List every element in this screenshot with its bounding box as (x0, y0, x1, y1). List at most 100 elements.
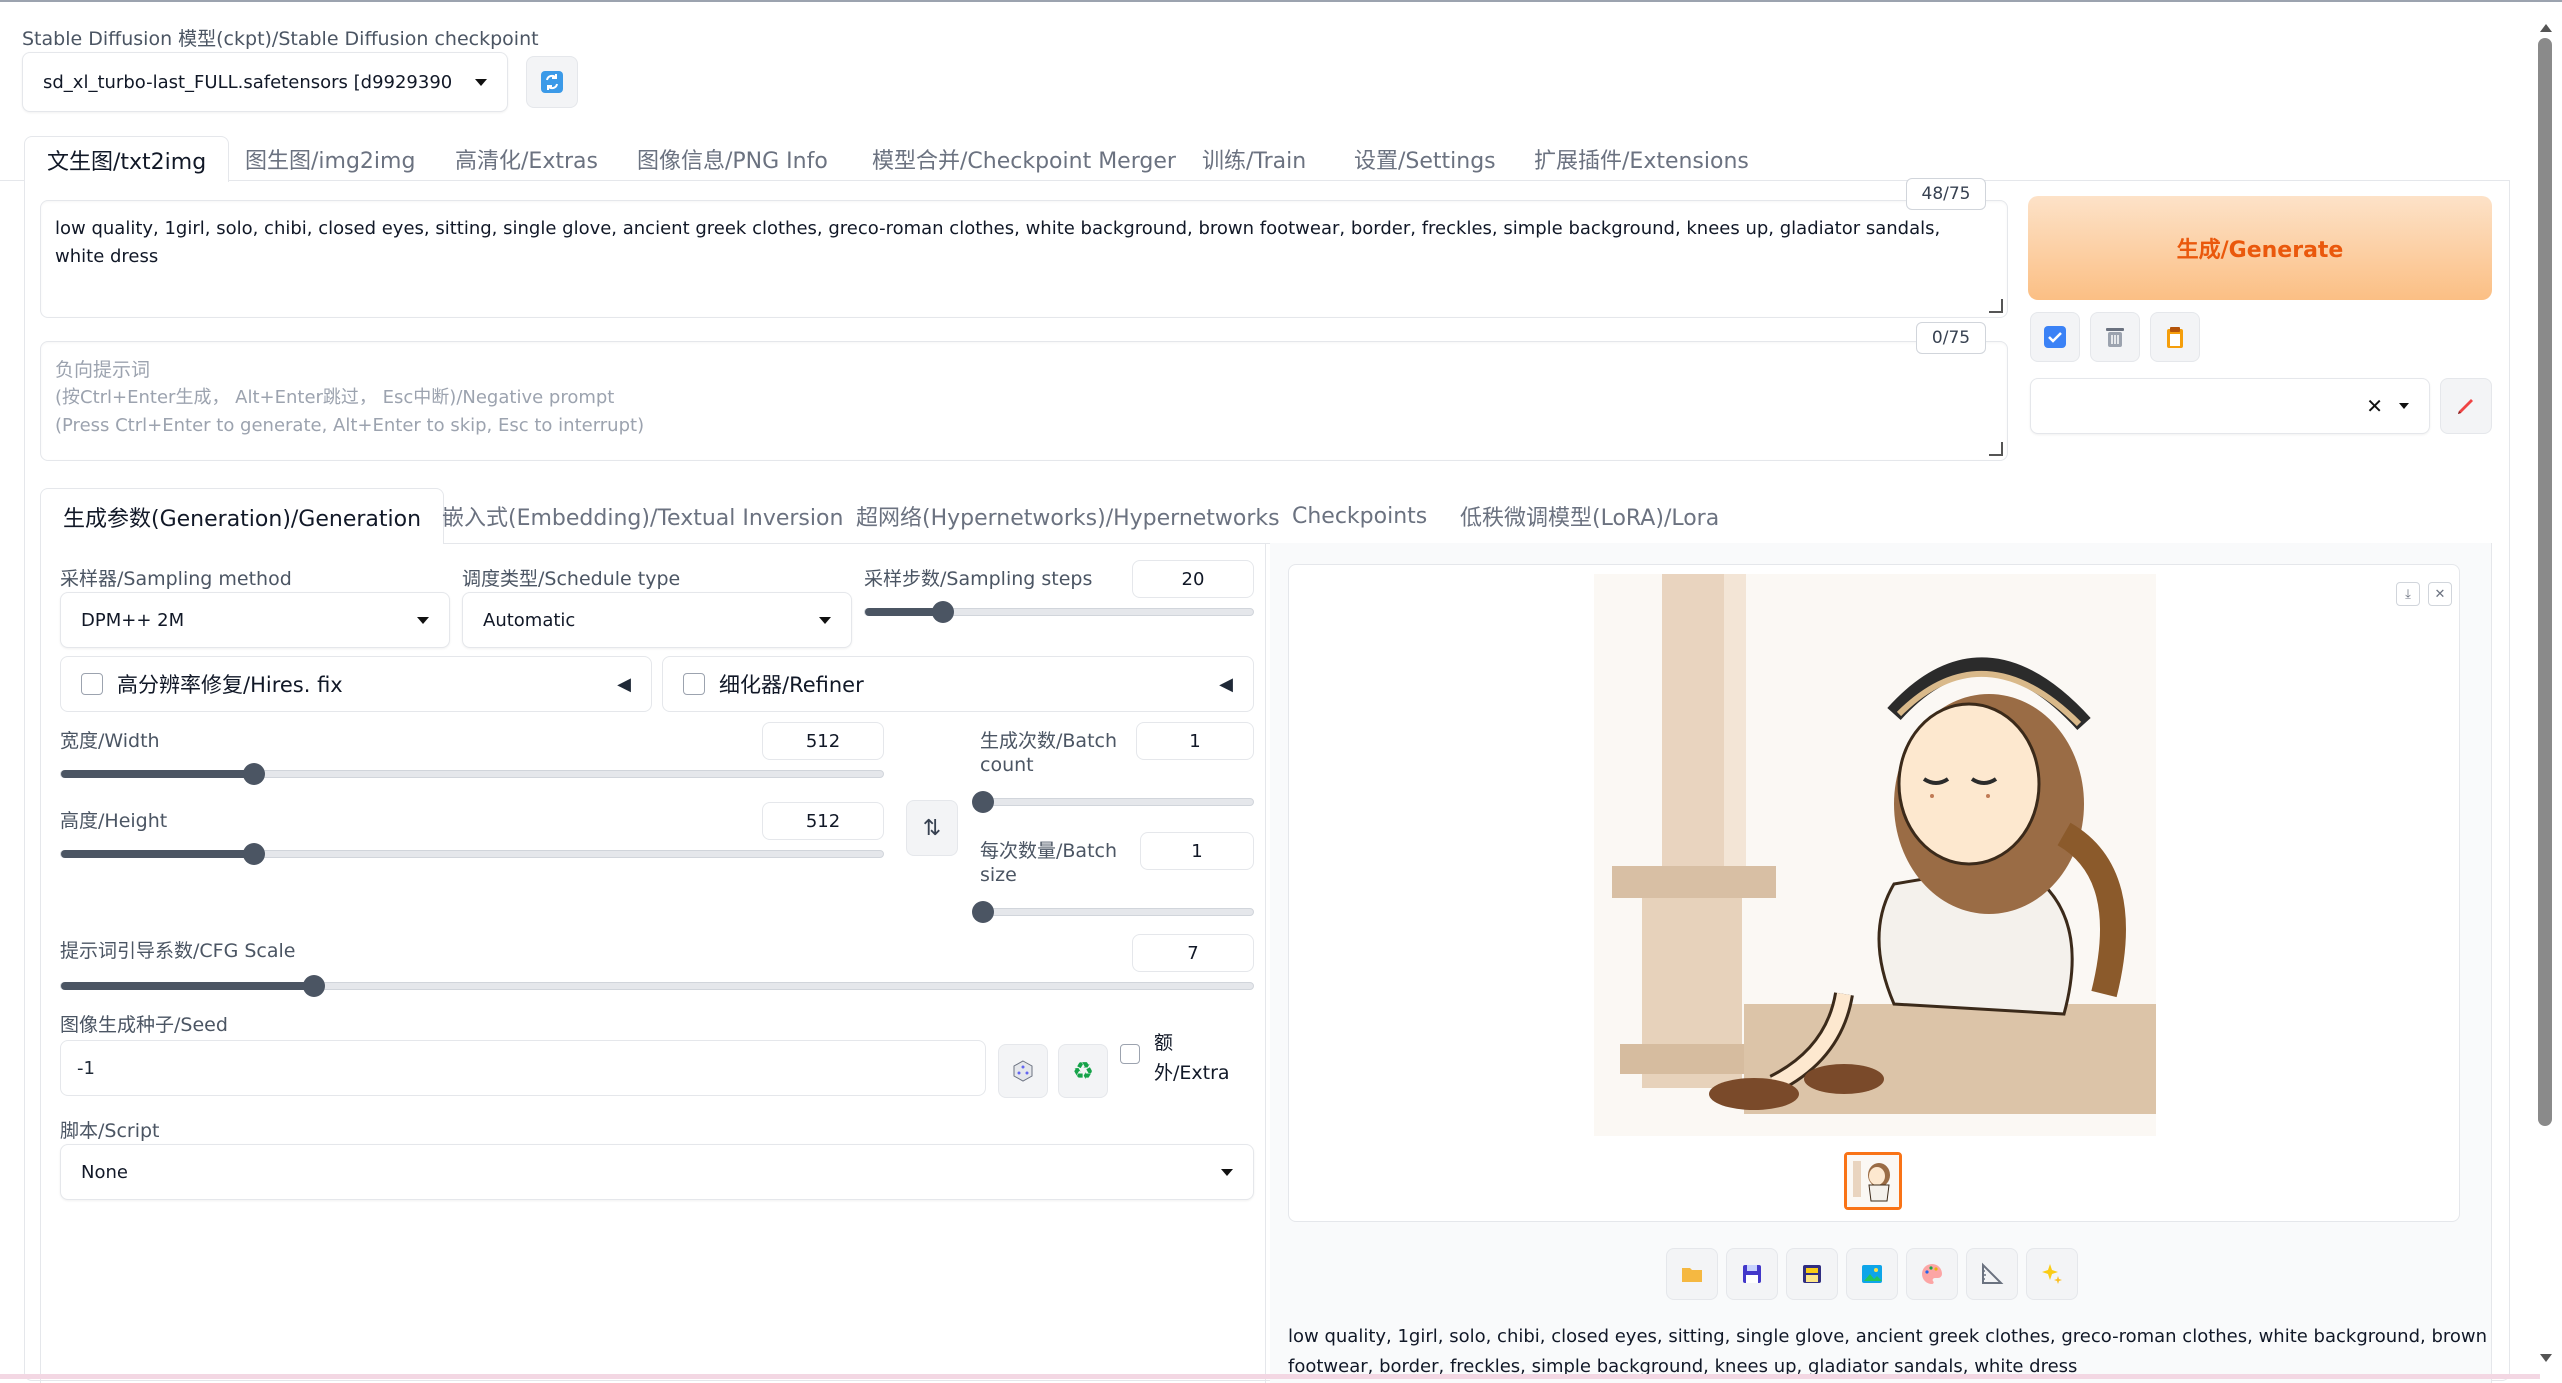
clipboard-icon (2167, 327, 2183, 348)
refiner-label: 细化器/Refiner (719, 673, 864, 697)
height-slider[interactable] (60, 843, 884, 865)
swap-dimensions-button[interactable]: ⇅ (906, 800, 958, 856)
steps-label: 采样步数/Sampling steps (864, 568, 1093, 590)
schedule-dropdown[interactable]: Automatic (462, 592, 852, 648)
folder-icon (1682, 1268, 1702, 1282)
refresh-button[interactable] (526, 56, 578, 108)
scroll-up-icon[interactable] (2540, 24, 2552, 32)
batch-size-slider-thumb[interactable] (972, 901, 994, 923)
gallery-thumbnail[interactable] (1844, 1152, 1902, 1210)
extra-seed-checkbox[interactable] (1120, 1044, 1140, 1064)
script-label: 脚本/Script (60, 1120, 160, 1142)
steps-slider[interactable] (864, 601, 1254, 623)
check-icon (2044, 326, 2066, 348)
chevron-down-icon (1221, 1168, 1233, 1176)
tab-checkpoint-merger[interactable]: 模型合并/Checkpoint Merger (872, 136, 1176, 182)
tab-extensions[interactable]: 扩展插件/Extensions (1534, 136, 1749, 182)
send-to-inpaint-button[interactable] (1906, 1248, 1958, 1300)
tab-extras[interactable]: 高清化/Extras (455, 136, 598, 182)
tab-generation[interactable]: 生成参数(Generation)/Generation (40, 488, 445, 544)
script-dropdown[interactable]: None (60, 1144, 1254, 1200)
page-scrollbar[interactable] (2536, 24, 2556, 1374)
schedule-label: 调度类型/Schedule type (462, 568, 681, 590)
height-slider-thumb[interactable] (243, 843, 266, 865)
trash-icon (2106, 328, 2124, 347)
tab-txt2img[interactable]: 文生图/txt2img (24, 136, 230, 182)
image-icon (1862, 1265, 1882, 1283)
tab-textual-inversion[interactable]: 嵌入式(Embedding)/Textual Inversion (442, 488, 843, 544)
width-label: 宽度/Width (60, 730, 160, 752)
swap-icon: ⇅ (922, 815, 942, 841)
schedule-value: Automatic (483, 609, 576, 631)
scrollbar-thumb[interactable] (2538, 38, 2552, 1126)
hires-fix-label: 高分辨率修复/Hires. fix (117, 673, 343, 697)
batch-size-slider[interactable] (972, 901, 1254, 923)
refiner-accordion[interactable]: 细化器/Refiner ◀ (662, 656, 1254, 712)
reuse-seed-button[interactable]: ♻ (1058, 1044, 1108, 1098)
thumbnail-image (1847, 1155, 1899, 1207)
tab-png-info[interactable]: 图像信息/PNG Info (637, 136, 828, 182)
sampler-label: 采样器/Sampling method (60, 568, 292, 590)
open-folder-button[interactable] (1666, 1248, 1718, 1300)
collapse-triangle-icon: ◀ (1219, 673, 1233, 695)
prompt-input[interactable]: low quality, 1girl, solo, chibi, closed … (40, 200, 2008, 318)
generated-image[interactable] (1594, 574, 2156, 1136)
batch-count-label-2: count (980, 754, 1034, 776)
scroll-down-icon[interactable] (2540, 1354, 2552, 1362)
tab-checkpoints[interactable]: Checkpoints (1292, 488, 1427, 544)
refiner-checkbox[interactable] (683, 673, 705, 695)
batch-count-slider[interactable] (972, 791, 1254, 813)
cfg-label: 提示词引导系数/CFG Scale (60, 940, 296, 962)
resize-handle[interactable] (1989, 299, 2003, 313)
hires-fix-accordion[interactable]: 高分辨率修复/Hires. fix ◀ (60, 656, 652, 712)
seed-input[interactable]: -1 (60, 1040, 986, 1096)
dice-icon (1013, 1060, 1033, 1082)
cfg-slider-thumb[interactable] (302, 975, 325, 997)
hires-fix-checkbox[interactable] (81, 673, 103, 695)
edit-styles-button[interactable] (2440, 378, 2492, 434)
width-slider[interactable] (60, 763, 884, 785)
send-to-extras-button[interactable] (1966, 1248, 2018, 1300)
styles-dropdown[interactable]: ✕ (2030, 378, 2430, 434)
zip-button[interactable] (1786, 1248, 1838, 1300)
height-input[interactable]: 512 (762, 802, 884, 840)
checkpoint-dropdown[interactable]: sd_xl_turbo-last_FULL.safetensors [d9929… (22, 52, 508, 112)
tab-img2img[interactable]: 图生图/img2img (245, 136, 415, 182)
width-slider-fill (61, 770, 255, 778)
cfg-input[interactable]: 7 (1132, 934, 1254, 972)
steps-input[interactable]: 20 (1132, 560, 1254, 598)
negative-placeholder-2: (按Ctrl+Enter生成， Alt+Enter跳过， Esc中断)/Nega… (55, 387, 615, 408)
cfg-slider[interactable] (60, 975, 1254, 997)
negative-prompt-input[interactable]: 负向提示词 (按Ctrl+Enter生成， Alt+Enter跳过， Esc中断… (40, 341, 2008, 461)
extra-seed-label: 额 (1154, 1032, 1174, 1054)
top-border (0, 0, 2562, 2)
generate-button[interactable]: 生成/Generate (2028, 196, 2492, 300)
batch-size-label-2: size (980, 864, 1017, 886)
batch-count-input[interactable]: 1 (1136, 722, 1254, 760)
width-input[interactable]: 512 (762, 722, 884, 760)
output-caption-line-1: low quality, 1girl, solo, chibi, closed … (1288, 1326, 2488, 1347)
prompt-text: low quality, 1girl, solo, chibi, closed … (55, 218, 1941, 267)
tab-train[interactable]: 训练/Train (1202, 136, 1306, 182)
clear-prompt-button[interactable] (2090, 312, 2140, 362)
sparkle-icon (2042, 1264, 2062, 1284)
sampler-dropdown[interactable]: DPM++ 2M (60, 592, 450, 648)
extras-sparkle-button[interactable] (2026, 1248, 2078, 1300)
send-to-img2img-button[interactable] (1846, 1248, 1898, 1300)
steps-slider-thumb[interactable] (931, 601, 954, 623)
apply-styles-button[interactable] (2030, 312, 2080, 362)
tab-settings[interactable]: 设置/Settings (1354, 136, 1496, 182)
batch-count-slider-thumb[interactable] (972, 791, 994, 813)
width-slider-thumb[interactable] (243, 763, 266, 785)
download-icon[interactable]: ⤓ (2396, 582, 2420, 606)
save-button[interactable] (1726, 1248, 1778, 1300)
resize-handle[interactable] (1989, 442, 2003, 456)
tab-hypernetworks[interactable]: 超网络(Hypernetworks)/Hypernetworks (856, 488, 1280, 544)
negative-token-counter: 0/75 (1916, 322, 1986, 354)
batch-size-input[interactable]: 1 (1140, 832, 1254, 870)
close-icon[interactable]: ✕ (2366, 394, 2383, 418)
random-seed-button[interactable] (998, 1044, 1048, 1098)
tab-lora[interactable]: 低秩微调模型(LoRA)/Lora (1460, 488, 1719, 544)
close-icon[interactable]: ✕ (2428, 582, 2452, 606)
paste-button[interactable] (2150, 312, 2200, 362)
